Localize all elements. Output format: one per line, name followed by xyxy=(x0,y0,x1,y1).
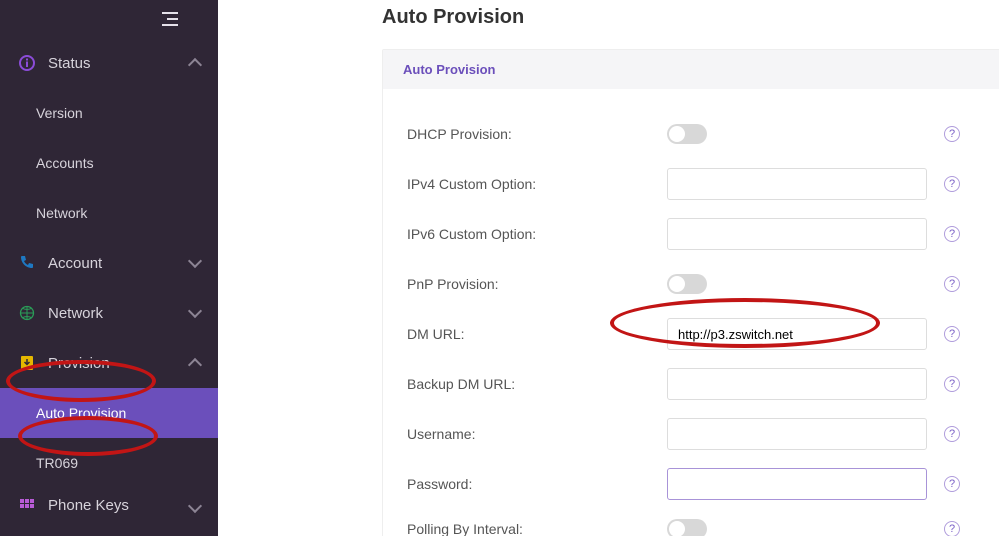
page-title: Auto Provision xyxy=(382,6,989,29)
dm-url-input[interactable] xyxy=(667,318,927,350)
main-content: Auto Provision Auto Provision DHCP Provi… xyxy=(218,0,999,536)
sidebar-item-label: Account xyxy=(48,255,102,272)
sidebar-top xyxy=(0,0,218,38)
chevron-down-icon xyxy=(188,304,202,318)
sidebar-item-provision[interactable]: Provision xyxy=(0,338,218,388)
keypad-icon xyxy=(18,497,36,515)
sidebar-item-accounts[interactable]: Accounts xyxy=(0,138,218,188)
sidebar-item-label: Provision xyxy=(48,355,110,372)
sidebar-item-label: Auto Provision xyxy=(36,405,126,421)
sidebar-item-status[interactable]: Status xyxy=(0,38,218,88)
help-icon[interactable]: ? xyxy=(944,476,960,492)
sidebar-item-label: Status xyxy=(48,55,91,72)
menu-toggle-icon[interactable] xyxy=(162,12,178,26)
info-icon xyxy=(18,54,36,72)
sidebar-item-label: Accounts xyxy=(36,155,94,171)
chevron-up-icon xyxy=(188,358,202,372)
field-label: DM URL: xyxy=(407,326,667,342)
field-label: PnP Provision: xyxy=(407,276,667,292)
help-icon[interactable]: ? xyxy=(944,176,960,192)
ipv4-custom-option-input[interactable] xyxy=(667,168,927,200)
field-label: Password: xyxy=(407,476,667,492)
help-icon[interactable]: ? xyxy=(944,226,960,242)
auto-provision-panel: Auto Provision DHCP Provision: ? IPv4 Cu… xyxy=(382,49,999,536)
help-icon[interactable]: ? xyxy=(944,326,960,342)
field-label: Backup DM URL: xyxy=(407,376,667,392)
sidebar-item-label: TR069 xyxy=(36,455,78,471)
sidebar-item-auto-provision[interactable]: Auto Provision xyxy=(0,388,218,438)
row-ipv4-custom-option: IPv4 Custom Option: ? xyxy=(407,159,987,209)
panel-header: Auto Provision xyxy=(383,50,999,89)
row-dm-url: DM URL: ? xyxy=(407,309,987,359)
sidebar-item-tr069[interactable]: TR069 xyxy=(0,438,218,488)
ipv6-custom-option-input[interactable] xyxy=(667,218,927,250)
panel-body: DHCP Provision: ? IPv4 Custom Option: ? … xyxy=(383,89,999,536)
row-password: Password: ? xyxy=(407,459,987,509)
chevron-down-icon xyxy=(188,254,202,268)
chevron-up-icon xyxy=(188,58,202,72)
globe-icon xyxy=(18,304,36,322)
pnp-provision-toggle[interactable] xyxy=(667,274,707,294)
backup-dm-url-input[interactable] xyxy=(667,368,927,400)
help-icon[interactable]: ? xyxy=(944,376,960,392)
sidebar-item-label: Network xyxy=(48,305,103,322)
field-label: Polling By Interval: xyxy=(407,521,667,536)
sidebar-item-phone-keys[interactable]: Phone Keys xyxy=(0,488,218,518)
sidebar-item-network[interactable]: Network xyxy=(0,288,218,338)
field-label: Username: xyxy=(407,426,667,442)
field-label: DHCP Provision: xyxy=(407,126,667,142)
row-pnp-provision: PnP Provision: ? xyxy=(407,259,987,309)
help-icon[interactable]: ? xyxy=(944,426,960,442)
row-backup-dm-url: Backup DM URL: ? xyxy=(407,359,987,409)
row-username: Username: ? xyxy=(407,409,987,459)
username-input[interactable] xyxy=(667,418,927,450)
sidebar-item-version[interactable]: Version xyxy=(0,88,218,138)
download-icon xyxy=(18,354,36,372)
sidebar-item-account[interactable]: Account xyxy=(0,238,218,288)
row-ipv6-custom-option: IPv6 Custom Option: ? xyxy=(407,209,987,259)
polling-by-interval-toggle[interactable] xyxy=(667,519,707,536)
sidebar-item-label: Phone Keys xyxy=(48,497,129,514)
row-polling-by-interval: Polling By Interval: ? xyxy=(407,509,987,536)
field-label: IPv6 Custom Option: xyxy=(407,226,667,242)
phone-icon xyxy=(18,254,36,272)
sidebar-item-network-sub[interactable]: Network xyxy=(0,188,218,238)
help-icon[interactable]: ? xyxy=(944,521,960,536)
row-dhcp-provision: DHCP Provision: ? xyxy=(407,109,987,159)
sidebar-item-label: Version xyxy=(36,105,83,121)
chevron-down-icon xyxy=(188,499,202,513)
sidebar-item-label: Network xyxy=(36,205,87,221)
field-label: IPv4 Custom Option: xyxy=(407,176,667,192)
help-icon[interactable]: ? xyxy=(944,276,960,292)
dhcp-provision-toggle[interactable] xyxy=(667,124,707,144)
password-input[interactable] xyxy=(667,468,927,500)
help-icon[interactable]: ? xyxy=(944,126,960,142)
sidebar: Status Version Accounts Network Account … xyxy=(0,0,218,536)
sidebar-nav: Status Version Accounts Network Account … xyxy=(0,38,218,536)
